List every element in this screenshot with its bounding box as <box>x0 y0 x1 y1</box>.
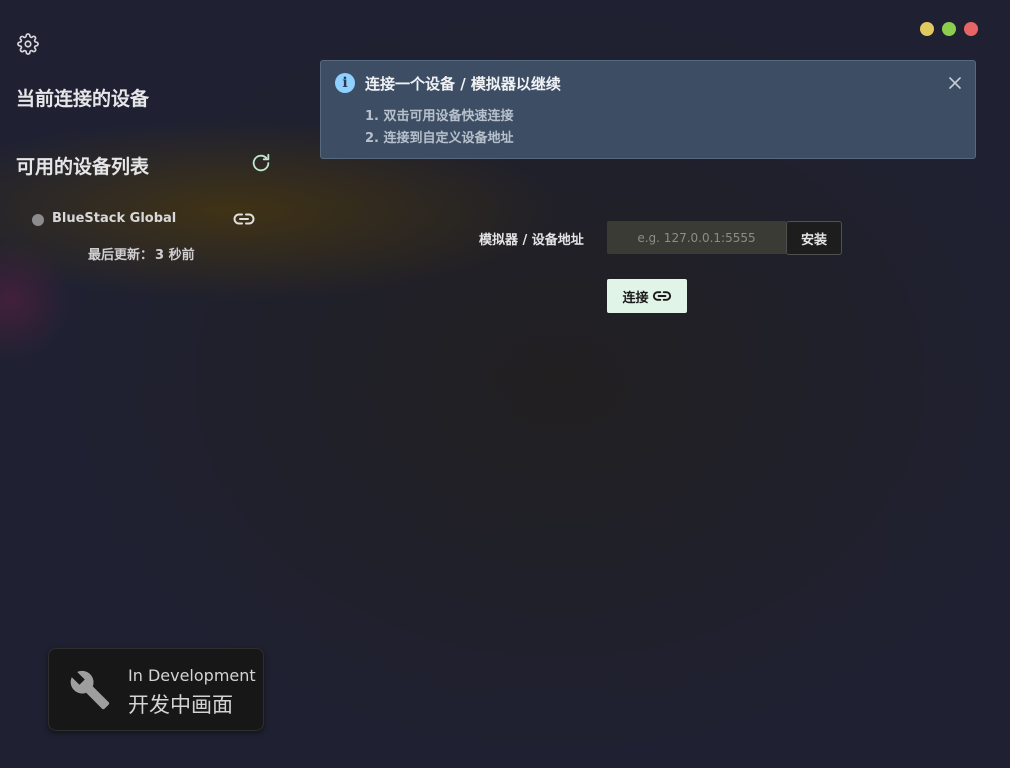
last-update-label: 最后更新： <box>88 248 154 263</box>
info-icon: i <box>335 73 355 93</box>
window-minimize-button[interactable] <box>920 22 934 36</box>
device-last-update: 最后更新： 3 秒前 <box>88 244 195 263</box>
current-device-title: 当前连接的设备 <box>16 88 150 110</box>
close-icon <box>949 77 961 89</box>
install-button[interactable]: 安装 <box>786 221 842 255</box>
gear-icon <box>17 33 39 55</box>
info-step-2: 2. 连接到自定义设备地址 <box>365 131 514 146</box>
link-icon <box>652 291 671 301</box>
available-devices-title: 可用的设备列表 <box>16 156 150 178</box>
info-banner-title: 连接一个设备 / 模拟器以继续 <box>365 75 561 93</box>
info-step-1: 1. 双击可用设备快速连接 <box>365 109 514 124</box>
device-name: BlueStack Global <box>52 211 177 226</box>
dev-badge-label-en: In Development <box>128 666 256 685</box>
last-update-value: 3 秒前 <box>155 248 195 263</box>
device-address-input[interactable] <box>607 221 786 254</box>
connect-button[interactable]: 连接 <box>607 279 687 313</box>
device-status-indicator <box>32 214 44 226</box>
dev-badge-label-cn: 开发中画面 <box>128 693 233 717</box>
link-icon <box>233 213 255 225</box>
info-banner: i 连接一个设备 / 模拟器以继续 1. 双击可用设备快速连接 2. 连接到自定… <box>320 60 976 159</box>
info-banner-close-button[interactable] <box>945 73 965 93</box>
device-connect-link-button[interactable] <box>232 209 256 229</box>
settings-button[interactable] <box>16 32 40 56</box>
window-close-button[interactable] <box>964 22 978 36</box>
refresh-icon <box>252 153 270 172</box>
window-maximize-button[interactable] <box>942 22 956 36</box>
wrench-icon <box>70 670 110 710</box>
device-address-label: 模拟器 / 设备地址 <box>479 233 584 248</box>
connect-button-label: 连接 <box>622 290 649 306</box>
dev-badge: In Development 开发中画面 <box>48 648 264 731</box>
refresh-devices-button[interactable] <box>249 151 273 175</box>
